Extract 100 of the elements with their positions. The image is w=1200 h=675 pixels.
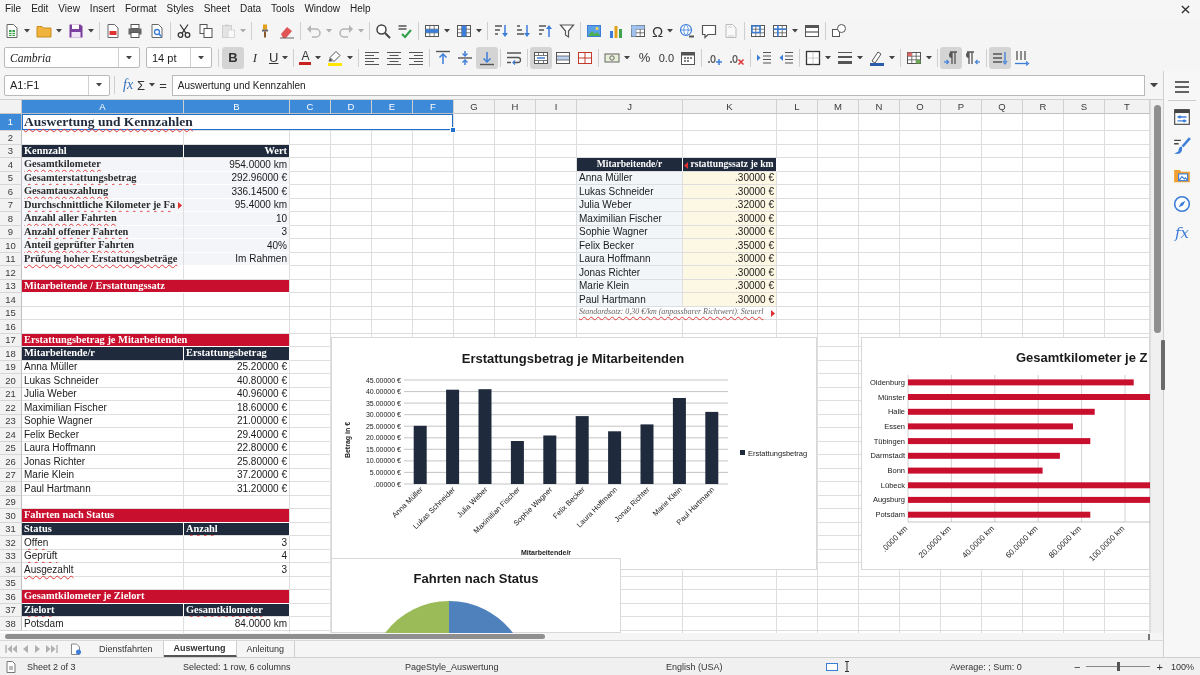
name-box[interactable]: A1:F1 [4, 74, 110, 96]
split-handle-icon[interactable] [1148, 633, 1150, 640]
row-header[interactable]: 22 [0, 401, 22, 415]
sheet-tab[interactable]: Auswertung [163, 641, 237, 657]
number-format-button[interactable]: 0.0 [655, 46, 678, 69]
text-horizontal-button[interactable] [989, 46, 1012, 69]
row-header[interactable]: 8 [0, 212, 22, 226]
menu-item[interactable]: Window [299, 0, 345, 18]
menu-icon[interactable] [1175, 81, 1189, 93]
merge-center-button[interactable] [530, 46, 553, 69]
caret-icon[interactable] [282, 55, 289, 60]
column-header[interactable]: J [577, 100, 683, 114]
compass-icon[interactable] [1173, 195, 1191, 213]
row-header[interactable]: 5 [0, 172, 22, 185]
menu-item[interactable]: Format [119, 0, 162, 18]
underline-button[interactable]: U [266, 46, 292, 69]
column-header[interactable]: Q [982, 100, 1023, 114]
sum-button[interactable]: Σ [135, 74, 158, 96]
row-header[interactable]: 3 [0, 145, 22, 158]
font-name-field[interactable]: Cambria [4, 47, 140, 68]
caret-icon[interactable] [96, 83, 102, 87]
row-header[interactable]: 6 [0, 185, 22, 199]
row-header[interactable]: 7 [0, 199, 22, 212]
bold-button[interactable]: B [222, 46, 244, 69]
row-header[interactable]: 24 [0, 428, 22, 442]
row-header[interactable]: 25 [0, 442, 22, 455]
row-header[interactable]: 21 [0, 388, 22, 401]
row-header[interactable]: 37 [0, 604, 22, 617]
caret-icon[interactable] [667, 29, 674, 33]
column-header[interactable]: L [777, 100, 818, 114]
column-header[interactable]: D [331, 100, 372, 114]
row-header[interactable]: 16 [0, 320, 22, 334]
row-header[interactable]: 26 [0, 455, 22, 469]
zoom-out-button[interactable]: − [1074, 660, 1081, 673]
caret-icon[interactable] [149, 83, 156, 87]
formula-button[interactable]: = [157, 74, 169, 96]
row-header[interactable]: 30 [0, 509, 22, 523]
scrollbar-thumb[interactable] [5, 634, 545, 639]
row-header[interactable]: 32 [0, 536, 22, 550]
row-header[interactable]: 10 [0, 239, 22, 253]
column-header[interactable]: T [1105, 100, 1150, 114]
menu-item[interactable]: Edit [26, 0, 54, 18]
row-header[interactable]: 14 [0, 293, 22, 307]
caret-icon[interactable] [444, 29, 450, 33]
column-header[interactable]: B [184, 100, 290, 114]
add-sheet-icon[interactable] [70, 643, 81, 655]
row-header[interactable]: 34 [0, 563, 22, 577]
caret-icon[interactable] [315, 55, 322, 60]
fill-handle[interactable] [450, 127, 456, 133]
row-header[interactable]: 23 [0, 415, 22, 428]
menu-item[interactable]: File [0, 0, 27, 18]
selection-mode-icon[interactable] [826, 662, 838, 671]
caret-icon[interactable] [1150, 82, 1158, 88]
formula-input[interactable]: Auswertung und Kennzahlen [171, 74, 1145, 96]
row-header[interactable]: 1 [0, 114, 22, 131]
zoom-slider-thumb[interactable] [1116, 662, 1120, 671]
row-header[interactable]: 20 [0, 374, 22, 388]
column-header[interactable]: E [372, 100, 413, 114]
sidebar-grip[interactable] [1161, 340, 1165, 390]
row-header[interactable]: 9 [0, 226, 22, 239]
caret-icon[interactable] [476, 29, 482, 33]
row-header[interactable]: 18 [0, 347, 22, 361]
column-header[interactable]: O [900, 100, 941, 114]
row-header[interactable]: 28 [0, 482, 22, 496]
row-header[interactable]: 11 [0, 253, 22, 266]
column-header[interactable]: K [683, 100, 777, 114]
caret-icon[interactable] [126, 55, 132, 60]
menu-item[interactable]: View [53, 0, 85, 18]
column-header[interactable]: S [1064, 100, 1105, 114]
row-header[interactable]: 19 [0, 361, 22, 374]
caret-icon[interactable] [889, 55, 896, 60]
caret-icon[interactable] [88, 29, 94, 33]
row-header[interactable]: 12 [0, 266, 22, 280]
column-header[interactable]: N [859, 100, 900, 114]
column-header[interactable]: M [818, 100, 859, 114]
row-header[interactable]: 33 [0, 550, 22, 563]
caret-icon[interactable] [926, 55, 933, 60]
menu-item[interactable]: Styles [161, 0, 199, 18]
column-header[interactable]: F [413, 100, 454, 114]
caret-icon[interactable] [792, 29, 799, 33]
row-header[interactable]: 13 [0, 280, 22, 293]
column-header[interactable]: I [536, 100, 577, 114]
align-bottom-button[interactable] [476, 46, 499, 69]
percent-button[interactable]: % [633, 46, 656, 69]
row-header[interactable]: 27 [0, 469, 22, 482]
row-header[interactable]: 31 [0, 523, 22, 536]
scrollbar-thumb[interactable] [1153, 105, 1161, 333]
ltr-button[interactable] [940, 46, 963, 69]
row-header[interactable]: 35 [0, 577, 22, 590]
column-header[interactable]: R [1023, 100, 1064, 114]
row-header[interactable]: 38 [0, 617, 22, 631]
close-icon[interactable] [1181, 4, 1190, 14]
caret-icon[interactable] [347, 55, 354, 60]
menu-item[interactable]: Insert [84, 0, 120, 18]
row-header[interactable]: 2 [0, 131, 22, 145]
caret-icon[interactable] [198, 55, 204, 60]
brush-icon[interactable] [1173, 137, 1191, 155]
menu-item[interactable]: Tools [266, 0, 300, 18]
menu-item[interactable]: Data [234, 0, 267, 18]
column-header[interactable]: C [290, 100, 331, 114]
